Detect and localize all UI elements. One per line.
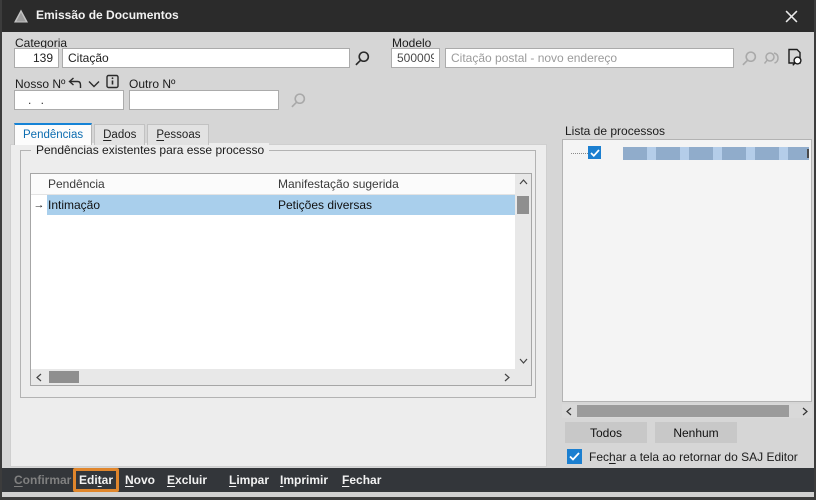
lista-processos-label: Lista de processos — [565, 124, 666, 138]
categoria-code-field[interactable] — [14, 48, 59, 68]
fechar-button[interactable]: Fechar — [342, 468, 381, 492]
grid-vertical-scrollbar[interactable] — [515, 174, 531, 369]
tab-pendencias[interactable]: Pendências — [14, 123, 93, 145]
chevron-down-icon[interactable] — [88, 80, 100, 88]
titlebar: Emissão de Documentos — [2, 0, 814, 32]
list-hscroll-thumb[interactable] — [577, 405, 789, 417]
modelo-name-field[interactable] — [445, 48, 734, 68]
outro-numero-field[interactable] — [129, 90, 279, 110]
list-scroll-right-icon[interactable] — [798, 404, 812, 418]
confirmar-button[interactable]: Confirmar — [14, 468, 71, 492]
fechar-tela-checkbox-label: Fechar a tela ao retornar do SAJ Editor — [589, 450, 798, 464]
undo-icon[interactable] — [68, 77, 82, 90]
process-number-redacted[interactable] — [623, 147, 809, 160]
limpar-button[interactable]: Limpar — [229, 468, 269, 492]
grid-horizontal-scrollbar[interactable] — [31, 369, 515, 385]
bottom-toolbar: Confirmar Editar Novo Excluir Limpar Imp… — [2, 468, 814, 492]
pendencias-grid: Pendência Manifestação sugerida → Intima… — [30, 173, 532, 386]
modelo-document-search-icon[interactable] — [785, 48, 804, 67]
modelo-copy-search-icon[interactable] — [763, 49, 781, 67]
process-tree-item[interactable] — [563, 140, 811, 166]
modelo-code-field[interactable] — [391, 48, 440, 68]
grid-scroll-corner — [515, 369, 531, 385]
saj-app-icon — [13, 8, 29, 24]
scroll-up-icon[interactable] — [515, 174, 531, 190]
cell-pendencia: Intimação — [48, 198, 101, 212]
grid-vscroll-thumb[interactable] — [517, 196, 529, 214]
redacted-end-mark — [807, 149, 809, 158]
window-title: Emissão de Documentos — [36, 8, 179, 22]
modelo-search-icon[interactable] — [741, 50, 758, 67]
process-checkbox[interactable] — [588, 146, 601, 159]
nenhum-button[interactable]: Nenhum — [655, 422, 737, 443]
scroll-down-icon[interactable] — [515, 353, 531, 369]
close-button[interactable] — [768, 0, 814, 32]
tab-dados[interactable]: Dados — [94, 124, 146, 145]
table-row[interactable]: → Intimação Petições diversas — [31, 195, 515, 215]
list-horizontal-scrollbar[interactable] — [562, 404, 812, 418]
novo-button[interactable]: Novo — [125, 468, 155, 492]
tab-strip: Pendências Dados Pessoas — [14, 123, 210, 145]
nosso-numero-field[interactable] — [14, 90, 124, 110]
scroll-left-icon[interactable] — [31, 369, 47, 385]
grid-hscroll-thumb[interactable] — [49, 371, 79, 383]
outro-numero-label: Outro Nº — [129, 77, 176, 91]
column-header-pendencia[interactable]: Pendência — [48, 177, 105, 191]
tab-pessoas[interactable]: Pessoas — [147, 124, 210, 145]
outro-numero-search-icon[interactable] — [290, 92, 307, 109]
current-row-indicator: → — [33, 199, 45, 211]
emissao-documentos-dialog: Emissão de Documentos Categoria Modelo — [0, 0, 816, 500]
lista-processos-listbox[interactable] — [562, 139, 812, 402]
imprimir-button[interactable]: Imprimir — [280, 468, 328, 492]
note-info-icon[interactable] — [106, 74, 119, 89]
cell-manifestacao: Petições diversas — [278, 198, 373, 212]
grid-header: Pendência Manifestação sugerida — [31, 174, 515, 195]
fechar-tela-checkbox[interactable] — [567, 449, 582, 464]
editar-button[interactable]: Editar — [73, 468, 119, 492]
bottom-resize-strip — [2, 492, 814, 497]
todos-button[interactable]: Todos — [565, 422, 647, 443]
categoria-name-field[interactable] — [62, 48, 350, 68]
nosso-numero-label: Nosso Nº — [15, 77, 66, 91]
excluir-button[interactable]: Excluir — [167, 468, 207, 492]
tree-connector-line — [571, 153, 588, 154]
categoria-search-icon[interactable] — [354, 50, 371, 67]
scroll-right-icon[interactable] — [499, 369, 515, 385]
list-scroll-left-icon[interactable] — [562, 404, 576, 418]
column-header-manifestacao[interactable]: Manifestação sugerida — [278, 177, 399, 191]
